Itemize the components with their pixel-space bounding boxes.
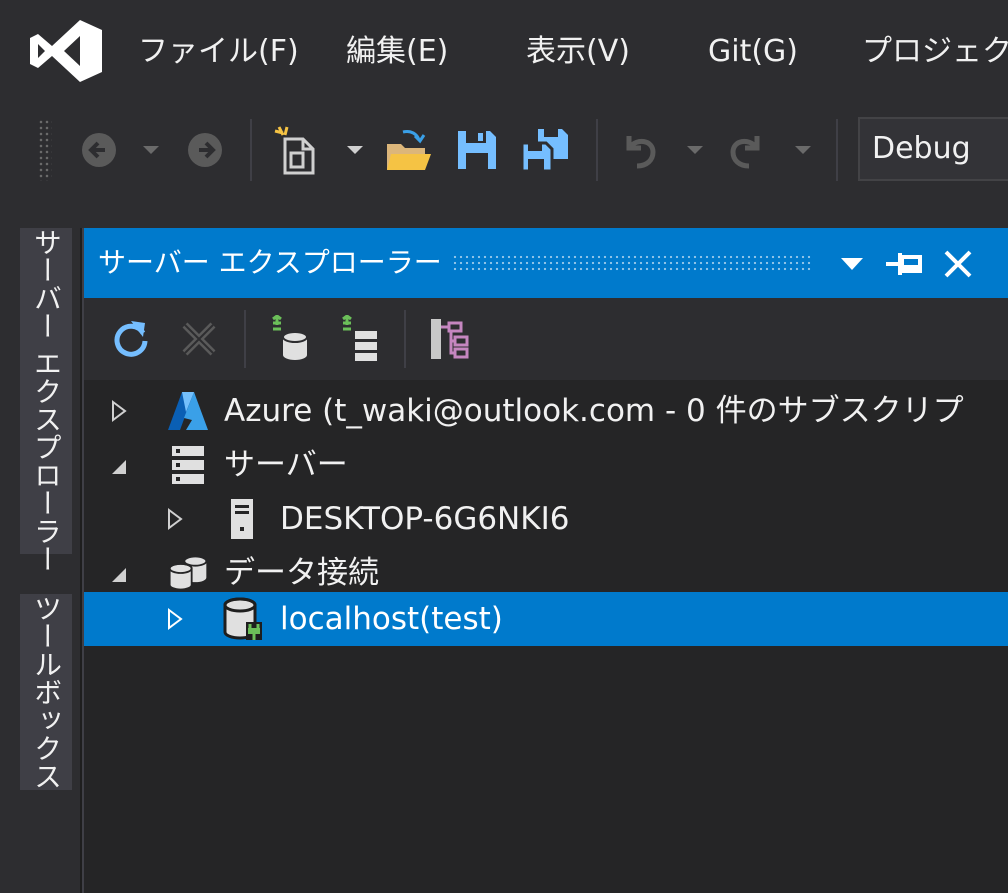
save-all-icon	[520, 129, 568, 173]
hierarchy-icon	[431, 319, 469, 359]
arrow-right-circle-icon	[188, 133, 222, 167]
stop-refresh-button[interactable]	[172, 312, 226, 366]
database-connection-icon	[220, 596, 264, 642]
save-disk-icon	[458, 131, 496, 169]
refresh-button[interactable]	[104, 312, 158, 366]
tree-node-label: localhost(test)	[280, 601, 503, 637]
menu-file[interactable]: ファイル(F)	[138, 30, 299, 74]
tree-node-servers[interactable]: サーバー	[84, 438, 1008, 492]
chevron-down-icon	[143, 146, 159, 154]
panel-title: サーバー エクスプローラー	[98, 246, 442, 279]
toolbar-separator	[836, 119, 838, 181]
connect-database-icon	[272, 315, 308, 360]
connect-to-server-button[interactable]	[332, 312, 386, 366]
azure-icon	[166, 388, 210, 434]
arrow-left-circle-icon	[82, 133, 116, 167]
window-position-menu-button[interactable]	[832, 244, 872, 284]
server-explorer-tree: Azure (t_waki@outlook.com - 0 件のサブスクリプ サ…	[84, 380, 1008, 893]
tree-node-azure[interactable]: Azure (t_waki@outlook.com - 0 件のサブスクリプ	[84, 384, 1008, 438]
menu-project[interactable]: プロジェクト	[862, 30, 1008, 74]
server-computer-icon	[220, 496, 264, 542]
expanded-expander-icon[interactable]	[108, 456, 130, 478]
toolbar-separator	[404, 310, 406, 368]
toolbar-separator	[244, 310, 246, 368]
new-project-dropdown[interactable]	[344, 123, 366, 177]
menu-git[interactable]: Git(G)	[708, 30, 798, 74]
title-bar-grip	[452, 254, 812, 272]
panel-title-bar[interactable]: サーバー エクスプローラー	[84, 228, 1008, 298]
show-sharepoint-connections-button[interactable]	[424, 312, 478, 366]
save-button[interactable]	[454, 123, 500, 177]
close-icon	[944, 250, 972, 278]
toolbar-separator	[596, 119, 598, 181]
server-explorer-toolbar	[84, 298, 1008, 380]
databases-icon	[166, 550, 210, 596]
chevron-down-icon	[347, 146, 363, 154]
redo-icon	[730, 136, 760, 169]
pin-icon	[886, 253, 922, 275]
tree-node-desktop[interactable]: DESKTOP-6G6NKI6	[84, 492, 1008, 546]
redo-dropdown[interactable]	[792, 123, 814, 177]
navigate-back-dropdown[interactable]	[140, 123, 162, 177]
tree-node-label: Azure (t_waki@outlook.com - 0 件のサブスクリプ	[224, 393, 964, 429]
undo-icon	[626, 136, 656, 169]
standard-toolbar: Debug	[0, 105, 1008, 195]
tree-node-localhost[interactable]: localhost(test)	[84, 592, 1008, 646]
triangle-down-icon	[841, 258, 863, 270]
connect-server-icon	[342, 315, 377, 361]
side-tab-toolbox[interactable]: ツールボックス	[20, 594, 72, 790]
solution-configuration-select[interactable]: Debug	[858, 117, 1008, 181]
collapsed-expander-icon[interactable]	[164, 608, 186, 630]
visual-studio-logo-icon[interactable]	[28, 18, 104, 84]
connect-to-database-button[interactable]	[262, 312, 316, 366]
tree-node-label: データ接続	[224, 555, 379, 591]
chevron-down-icon	[687, 146, 703, 154]
save-all-button[interactable]	[518, 123, 572, 177]
navigate-back-button[interactable]	[76, 123, 122, 177]
toolbar-separator	[250, 119, 252, 181]
side-tab-strip: サーバー エクスプローラー ツールボックス	[0, 228, 80, 893]
refresh-icon	[114, 321, 148, 357]
side-tab-label: ツールボックス	[30, 594, 63, 790]
menu-view[interactable]: 表示(V)	[526, 30, 630, 74]
auto-hide-button[interactable]	[882, 244, 926, 284]
tree-node-label: サーバー	[224, 447, 348, 483]
side-tab-server-explorer[interactable]: サーバー エクスプローラー	[20, 228, 72, 573]
side-tab-label: サーバー エクスプローラー	[30, 228, 63, 573]
menu-bar: ファイル(F) 編集(E) 表示(V) Git(G) プロジェクト	[0, 0, 1008, 105]
open-folder-icon	[387, 130, 431, 170]
toolbar-gap	[0, 195, 1008, 228]
menu-edit[interactable]: 編集(E)	[346, 30, 448, 74]
cancel-x-icon	[182, 322, 216, 356]
collapsed-expander-icon[interactable]	[108, 400, 130, 422]
redo-button[interactable]	[724, 123, 770, 177]
server-explorer-panel: サーバー エクスプローラー Azure (t_waki@outlook.com …	[82, 228, 1008, 893]
expanded-expander-icon[interactable]	[108, 564, 130, 586]
undo-dropdown[interactable]	[684, 123, 706, 177]
close-panel-button[interactable]	[936, 244, 980, 284]
new-file-icon	[274, 126, 315, 175]
undo-button[interactable]	[616, 123, 662, 177]
chevron-down-icon	[795, 146, 811, 154]
servers-icon	[166, 442, 210, 488]
open-file-button[interactable]	[384, 123, 434, 177]
toolbar-grip[interactable]	[38, 119, 52, 181]
collapsed-expander-icon[interactable]	[164, 508, 186, 530]
new-project-button[interactable]	[272, 123, 322, 177]
tree-node-label: DESKTOP-6G6NKI6	[280, 501, 570, 537]
navigate-forward-button[interactable]	[182, 123, 228, 177]
